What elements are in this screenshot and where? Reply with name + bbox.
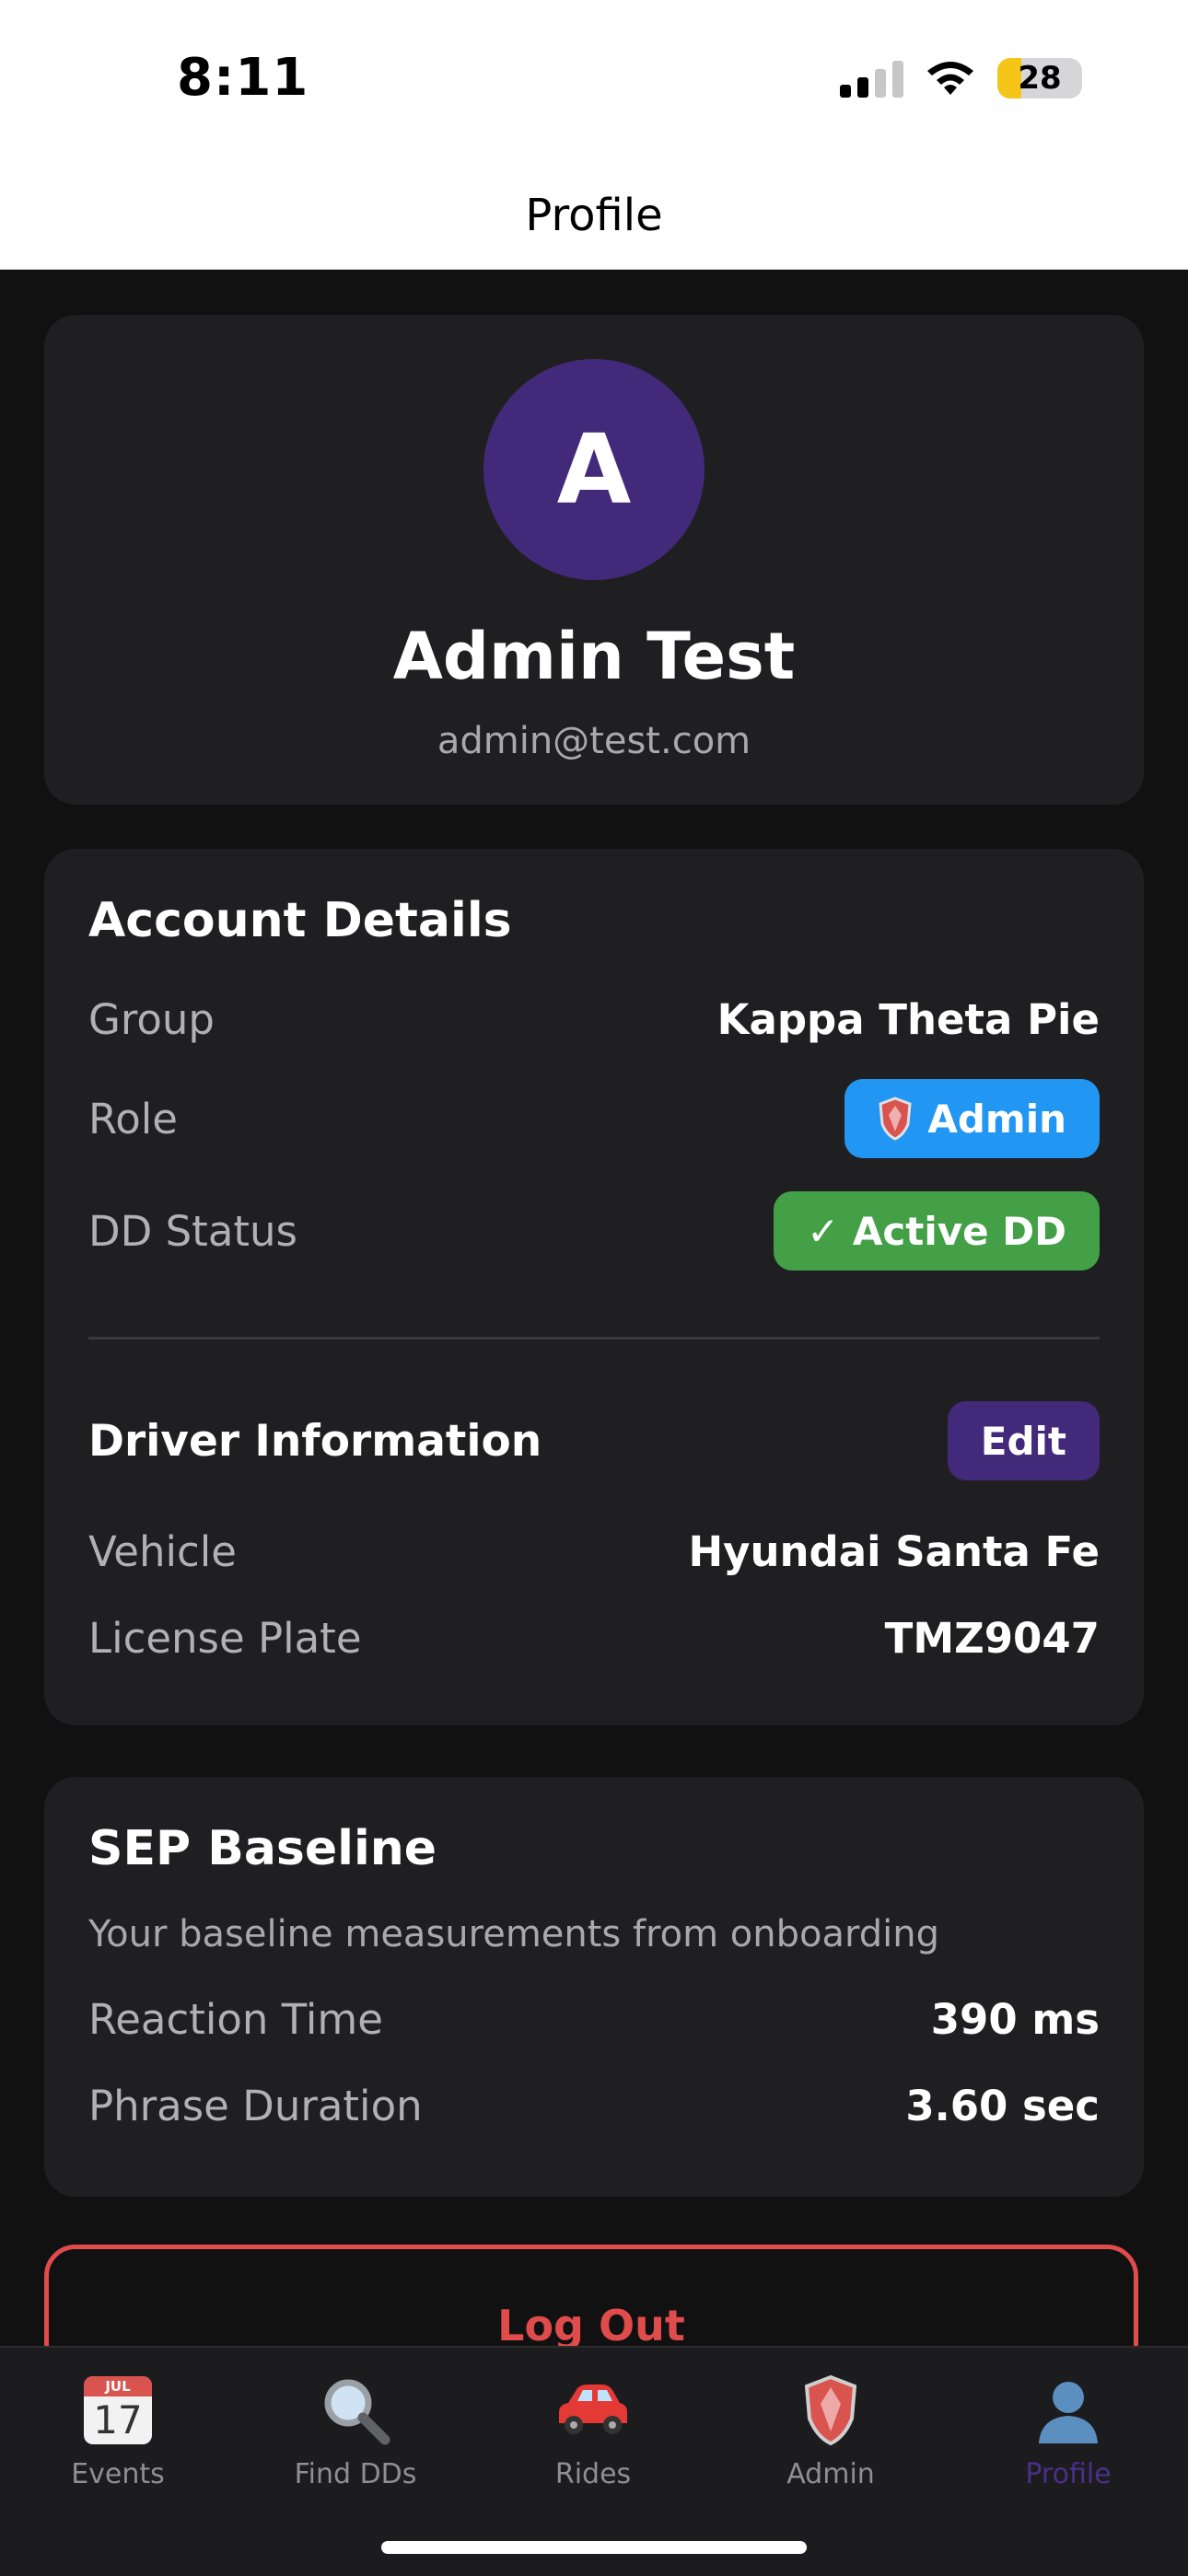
sep-baseline-card: SEP Baseline Your baseline measurements … <box>44 1777 1144 2197</box>
profile-name: Admin Test <box>392 619 796 694</box>
profile-card: A Admin Test admin@test.com <box>44 315 1144 805</box>
role-label: Role <box>88 1094 178 1143</box>
reaction-time-row: Reaction Time 390 ms <box>88 1979 1100 2059</box>
tab-profile-label: Profile <box>1025 2458 1112 2490</box>
account-details-title: Account Details <box>88 893 512 948</box>
tab-rides[interactable]: Rides <box>501 2366 685 2490</box>
tab-rides-label: Rides <box>554 2458 632 2490</box>
role-badge-label: Admin <box>927 1096 1066 1142</box>
tab-find-dds-label: Find DDs <box>294 2458 417 2490</box>
vehicle-value: Hyundai Santa Fe <box>688 1526 1100 1576</box>
dd-status-label: DD Status <box>88 1206 297 1256</box>
phrase-duration-row: Phrase Duration 3.60 sec <box>88 2066 1100 2145</box>
home-indicator <box>381 2541 807 2554</box>
battery-icon: 28 <box>997 58 1082 99</box>
reaction-time-label: Reaction Time <box>88 1994 383 2044</box>
calendar-day: 17 <box>93 2397 143 2443</box>
status-icons: 28 <box>840 53 1082 103</box>
battery-level: 28 <box>1018 60 1062 97</box>
phrase-duration-label: Phrase Duration <box>88 2081 423 2130</box>
calendar-month: JUL <box>84 2376 152 2396</box>
license-plate-label: License Plate <box>88 1613 362 1663</box>
driver-information-title: Driver Information <box>88 1416 542 1467</box>
tab-admin[interactable]: Admin <box>739 2366 923 2490</box>
tab-find-dds[interactable]: Find DDs <box>263 2366 448 2490</box>
person-icon <box>1039 2382 1098 2443</box>
dd-status-row: DD Status ✓ Active DD <box>88 1191 1100 1271</box>
profile-email: admin@test.com <box>437 720 751 762</box>
vehicle-row: Vehicle Hyundai Santa Fe <box>88 1512 1100 1591</box>
edit-driver-button[interactable]: Edit <box>947 1401 1100 1480</box>
status-bar: 8:11 28 <box>0 0 1188 157</box>
group-value: Kappa Theta Pie <box>716 994 1100 1044</box>
cellular-signal-icon <box>840 59 903 98</box>
calendar-icon: JUL 17 <box>84 2376 152 2444</box>
group-row: Group Kappa Theta Pie <box>88 980 1100 1059</box>
page-title: Profile <box>525 190 663 241</box>
group-label: Group <box>88 994 215 1044</box>
phrase-duration-value: 3.60 sec <box>905 2081 1100 2130</box>
sep-baseline-title: SEP Baseline <box>88 1821 437 1876</box>
logout-button[interactable]: Log Out <box>44 2245 1138 2346</box>
role-row: Role Admin <box>88 1079 1100 1158</box>
shield-icon <box>804 2374 857 2446</box>
role-badge: Admin <box>844 1079 1100 1158</box>
reaction-time-value: 390 ms <box>930 1994 1100 2044</box>
magnifier-icon <box>324 2379 390 2445</box>
dd-status-badge: ✓ Active DD <box>774 1191 1100 1271</box>
profile-scroll-view[interactable]: A Admin Test admin@test.com Account Deta… <box>0 269 1188 2346</box>
sep-baseline-description: Your baseline measurements from onboardi… <box>88 1913 939 1955</box>
tab-events-label: Events <box>71 2458 165 2490</box>
wifi-icon <box>927 62 973 95</box>
tab-events[interactable]: JUL 17 Events <box>26 2366 210 2490</box>
section-divider <box>88 1337 1100 1340</box>
tab-admin-label: Admin <box>786 2458 875 2490</box>
avatar: A <box>483 359 705 580</box>
vehicle-label: Vehicle <box>88 1526 237 1576</box>
navigation-bar: Profile <box>0 157 1188 270</box>
tab-profile[interactable]: Profile <box>976 2366 1160 2490</box>
car-icon <box>559 2385 627 2434</box>
license-plate-row: License Plate TMZ9047 <box>88 1598 1100 1677</box>
status-time: 8:11 <box>177 48 309 108</box>
license-plate-value: TMZ9047 <box>884 1613 1100 1663</box>
shield-icon <box>879 1097 912 1141</box>
account-details-card: Account Details Group Kappa Theta Pie Ro… <box>44 849 1144 1725</box>
